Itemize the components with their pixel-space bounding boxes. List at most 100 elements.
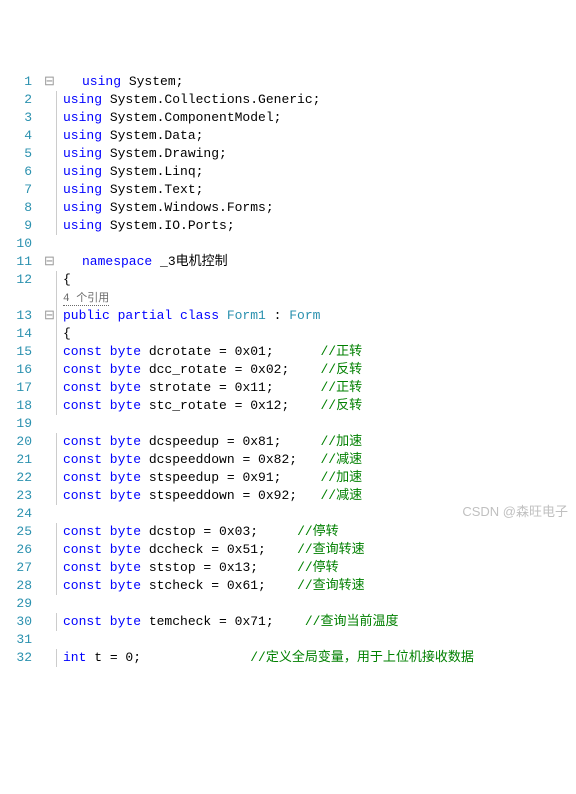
code-line[interactable]: { [44,325,576,343]
token-type: Form1 [227,308,266,323]
line-number: 22 [0,469,32,487]
code-line[interactable]: ⊟public partial class Form1 : Form [44,307,576,325]
references-link[interactable]: 4 个引用 [63,293,109,306]
code-line[interactable]: const byte strotate = 0x11; //正转 [44,379,576,397]
token-ns: System.Text; [110,182,204,197]
code-line[interactable]: using System.Drawing; [44,145,576,163]
token-kw: const byte [63,452,149,467]
code-line[interactable]: using System.Windows.Forms; [44,199,576,217]
outline-bar [44,163,54,181]
token-ns: System.Windows.Forms; [110,200,274,215]
line-number: 21 [0,451,32,469]
line-number: 17 [0,379,32,397]
token-kw: public partial class [63,308,227,323]
token-comment: //定义全局变量，用于上位机接收数据 [250,650,474,665]
code-line[interactable] [44,595,576,613]
outline-bar [44,523,54,541]
outline-bar [44,343,54,361]
token-ns: System; [129,74,184,89]
line-number: 29 [0,595,32,613]
code-line[interactable]: 4 个引用 [44,289,576,307]
code-line[interactable]: using System.Data; [44,127,576,145]
line-number: 11 [0,253,32,271]
token-kw: const byte [63,470,149,485]
token-ns: stc_rotate = 0x12; [149,398,321,413]
code-line[interactable]: ⊟namespace _3电机控制 [44,253,576,271]
code-line[interactable]: const byte dcstop = 0x03; //停转 [44,523,576,541]
code-line[interactable]: { [44,271,576,289]
outline-bar [44,541,54,559]
code-line[interactable]: const byte stspeedup = 0x91; //加速 [44,469,576,487]
outline-bar [44,199,54,217]
code-line[interactable]: using System.Text; [44,181,576,199]
code-content: { [56,325,71,343]
code-line[interactable] [44,415,576,433]
code-content: const byte temcheck = 0x71; //查询当前温度 [56,613,398,631]
code-line[interactable]: const byte temcheck = 0x71; //查询当前温度 [44,613,576,631]
code-area[interactable]: ⊟using System; using System.Collections.… [40,73,576,667]
token-kw: const byte [63,542,149,557]
line-number: 19 [0,415,32,433]
token-comment: //加速 [320,434,362,449]
code-content: const byte stspeeddown = 0x92; //减速 [56,487,362,505]
line-number: 24 [0,505,32,523]
collapse-icon[interactable]: ⊟ [44,73,54,91]
line-number: 6 [0,163,32,181]
outline-bar [44,433,54,451]
token-comment: //正转 [320,344,362,359]
token-comment: //停转 [297,560,339,575]
code-line[interactable]: const byte dcspeedup = 0x81; //加速 [44,433,576,451]
line-number: 30 [0,613,32,631]
code-line[interactable]: using System.Collections.Generic; [44,91,576,109]
token-comment: //减速 [320,488,362,503]
code-line[interactable]: using System.IO.Ports; [44,217,576,235]
token-kw: using [63,200,110,215]
code-line[interactable]: const byte dcrotate = 0x01; //正转 [44,343,576,361]
code-line[interactable]: const byte stc_rotate = 0x12; //反转 [44,397,576,415]
collapse-icon[interactable]: ⊟ [44,253,54,271]
line-number: 14 [0,325,32,343]
code-line[interactable]: const byte dccheck = 0x51; //查询转速 [44,541,576,559]
code-content: const byte strotate = 0x11; //正转 [56,379,362,397]
token-ns: dccheck = 0x51; [149,542,297,557]
code-editor[interactable]: 1234567891011121314151617181920212223242… [0,73,576,667]
code-line[interactable]: using System.Linq; [44,163,576,181]
token-comment: //正转 [320,380,362,395]
token-kw: const byte [63,344,149,359]
collapse-icon[interactable]: ⊟ [44,307,54,325]
token-kw: using [63,218,110,233]
line-number: 9 [0,217,32,235]
code-line[interactable]: const byte dcc_rotate = 0x02; //反转 [44,361,576,379]
outline-bar [44,649,54,667]
token-ns: : [266,308,289,323]
code-line[interactable]: int t = 0; //定义全局变量，用于上位机接收数据 [44,649,576,667]
line-number: 23 [0,487,32,505]
code-line[interactable] [44,235,576,253]
outline-bar [44,361,54,379]
outline-bar [44,145,54,163]
outline-bar [44,505,54,523]
token-ns: dcrotate = 0x01; [149,344,321,359]
code-line[interactable]: const byte dcspeeddown = 0x82; //减速 [44,451,576,469]
code-line[interactable]: ⊟using System; [44,73,576,91]
outline-bar [44,379,54,397]
line-number: 20 [0,433,32,451]
code-line[interactable] [44,631,576,649]
outline-bar [44,469,54,487]
token-comment: //减速 [320,452,362,467]
line-number: 8 [0,199,32,217]
token-kw: using [63,182,110,197]
code-content: const byte dcstop = 0x03; //停转 [56,523,339,541]
outline-bar [44,325,54,343]
code-line[interactable]: const byte ststop = 0x13; //停转 [44,559,576,577]
code-content: using System.Linq; [56,163,203,181]
outline-bar [44,559,54,577]
token-comment: //反转 [320,362,362,377]
token-kw: using [63,146,110,161]
code-content: 4 个引用 [56,289,109,307]
line-number: 10 [0,235,32,253]
code-content: using System.Windows.Forms; [56,199,274,217]
code-line[interactable]: using System.ComponentModel; [44,109,576,127]
code-line[interactable]: const byte stcheck = 0x61; //查询转速 [44,577,576,595]
token-kw: int [63,650,94,665]
